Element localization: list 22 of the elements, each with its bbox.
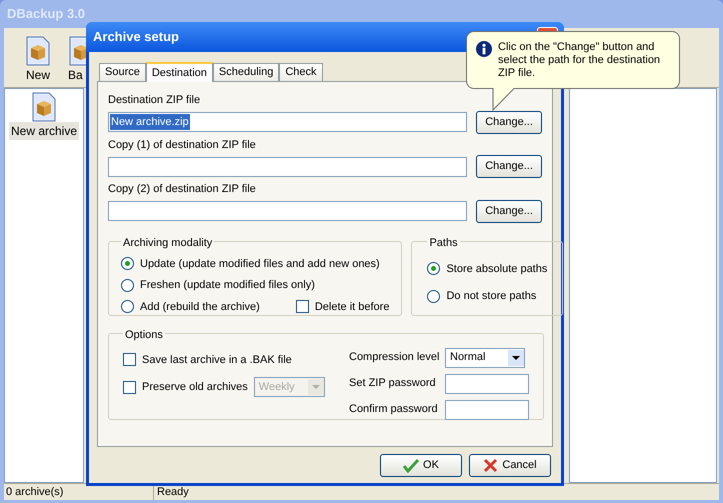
group-title: Paths <box>429 236 458 248</box>
field-label: Copy (1) of destination ZIP file <box>108 138 257 152</box>
checkbox-label: Delete it before <box>314 300 390 314</box>
checkbox-label: Save last archive in a .BAK file <box>142 352 292 368</box>
window-title: DBackup 3.0 <box>7 5 86 24</box>
field-label: Set ZIP password <box>349 376 437 392</box>
radio-label: Store absolute paths <box>446 262 548 276</box>
field-value: New archive.zip <box>110 114 190 130</box>
radio-label: Add (rebuild the archive) <box>140 300 260 314</box>
field-label: Copy (2) of destination ZIP file <box>108 182 257 197</box>
radio-label: Update (update modified files and add new ones) <box>140 256 380 272</box>
checkbox-label: Preserve old archives <box>142 380 248 395</box>
field-label: Confirm password <box>349 402 439 418</box>
radio-label: Do not store paths <box>446 289 536 304</box>
radio-label: Freshen (update modified files only) <box>140 278 315 293</box>
field-label: Destination ZIP file <box>108 93 202 108</box>
group-title: Options <box>125 328 163 340</box>
status-text: Ready <box>156 485 189 500</box>
dialog-title: Archive setup <box>92 28 179 46</box>
group-title: Archiving modality <box>123 236 212 248</box>
tooltip-text: Clic on the "Change" button and select the path for the destination ZIP file. <box>498 41 662 80</box>
field-label: Compression level <box>349 350 440 366</box>
